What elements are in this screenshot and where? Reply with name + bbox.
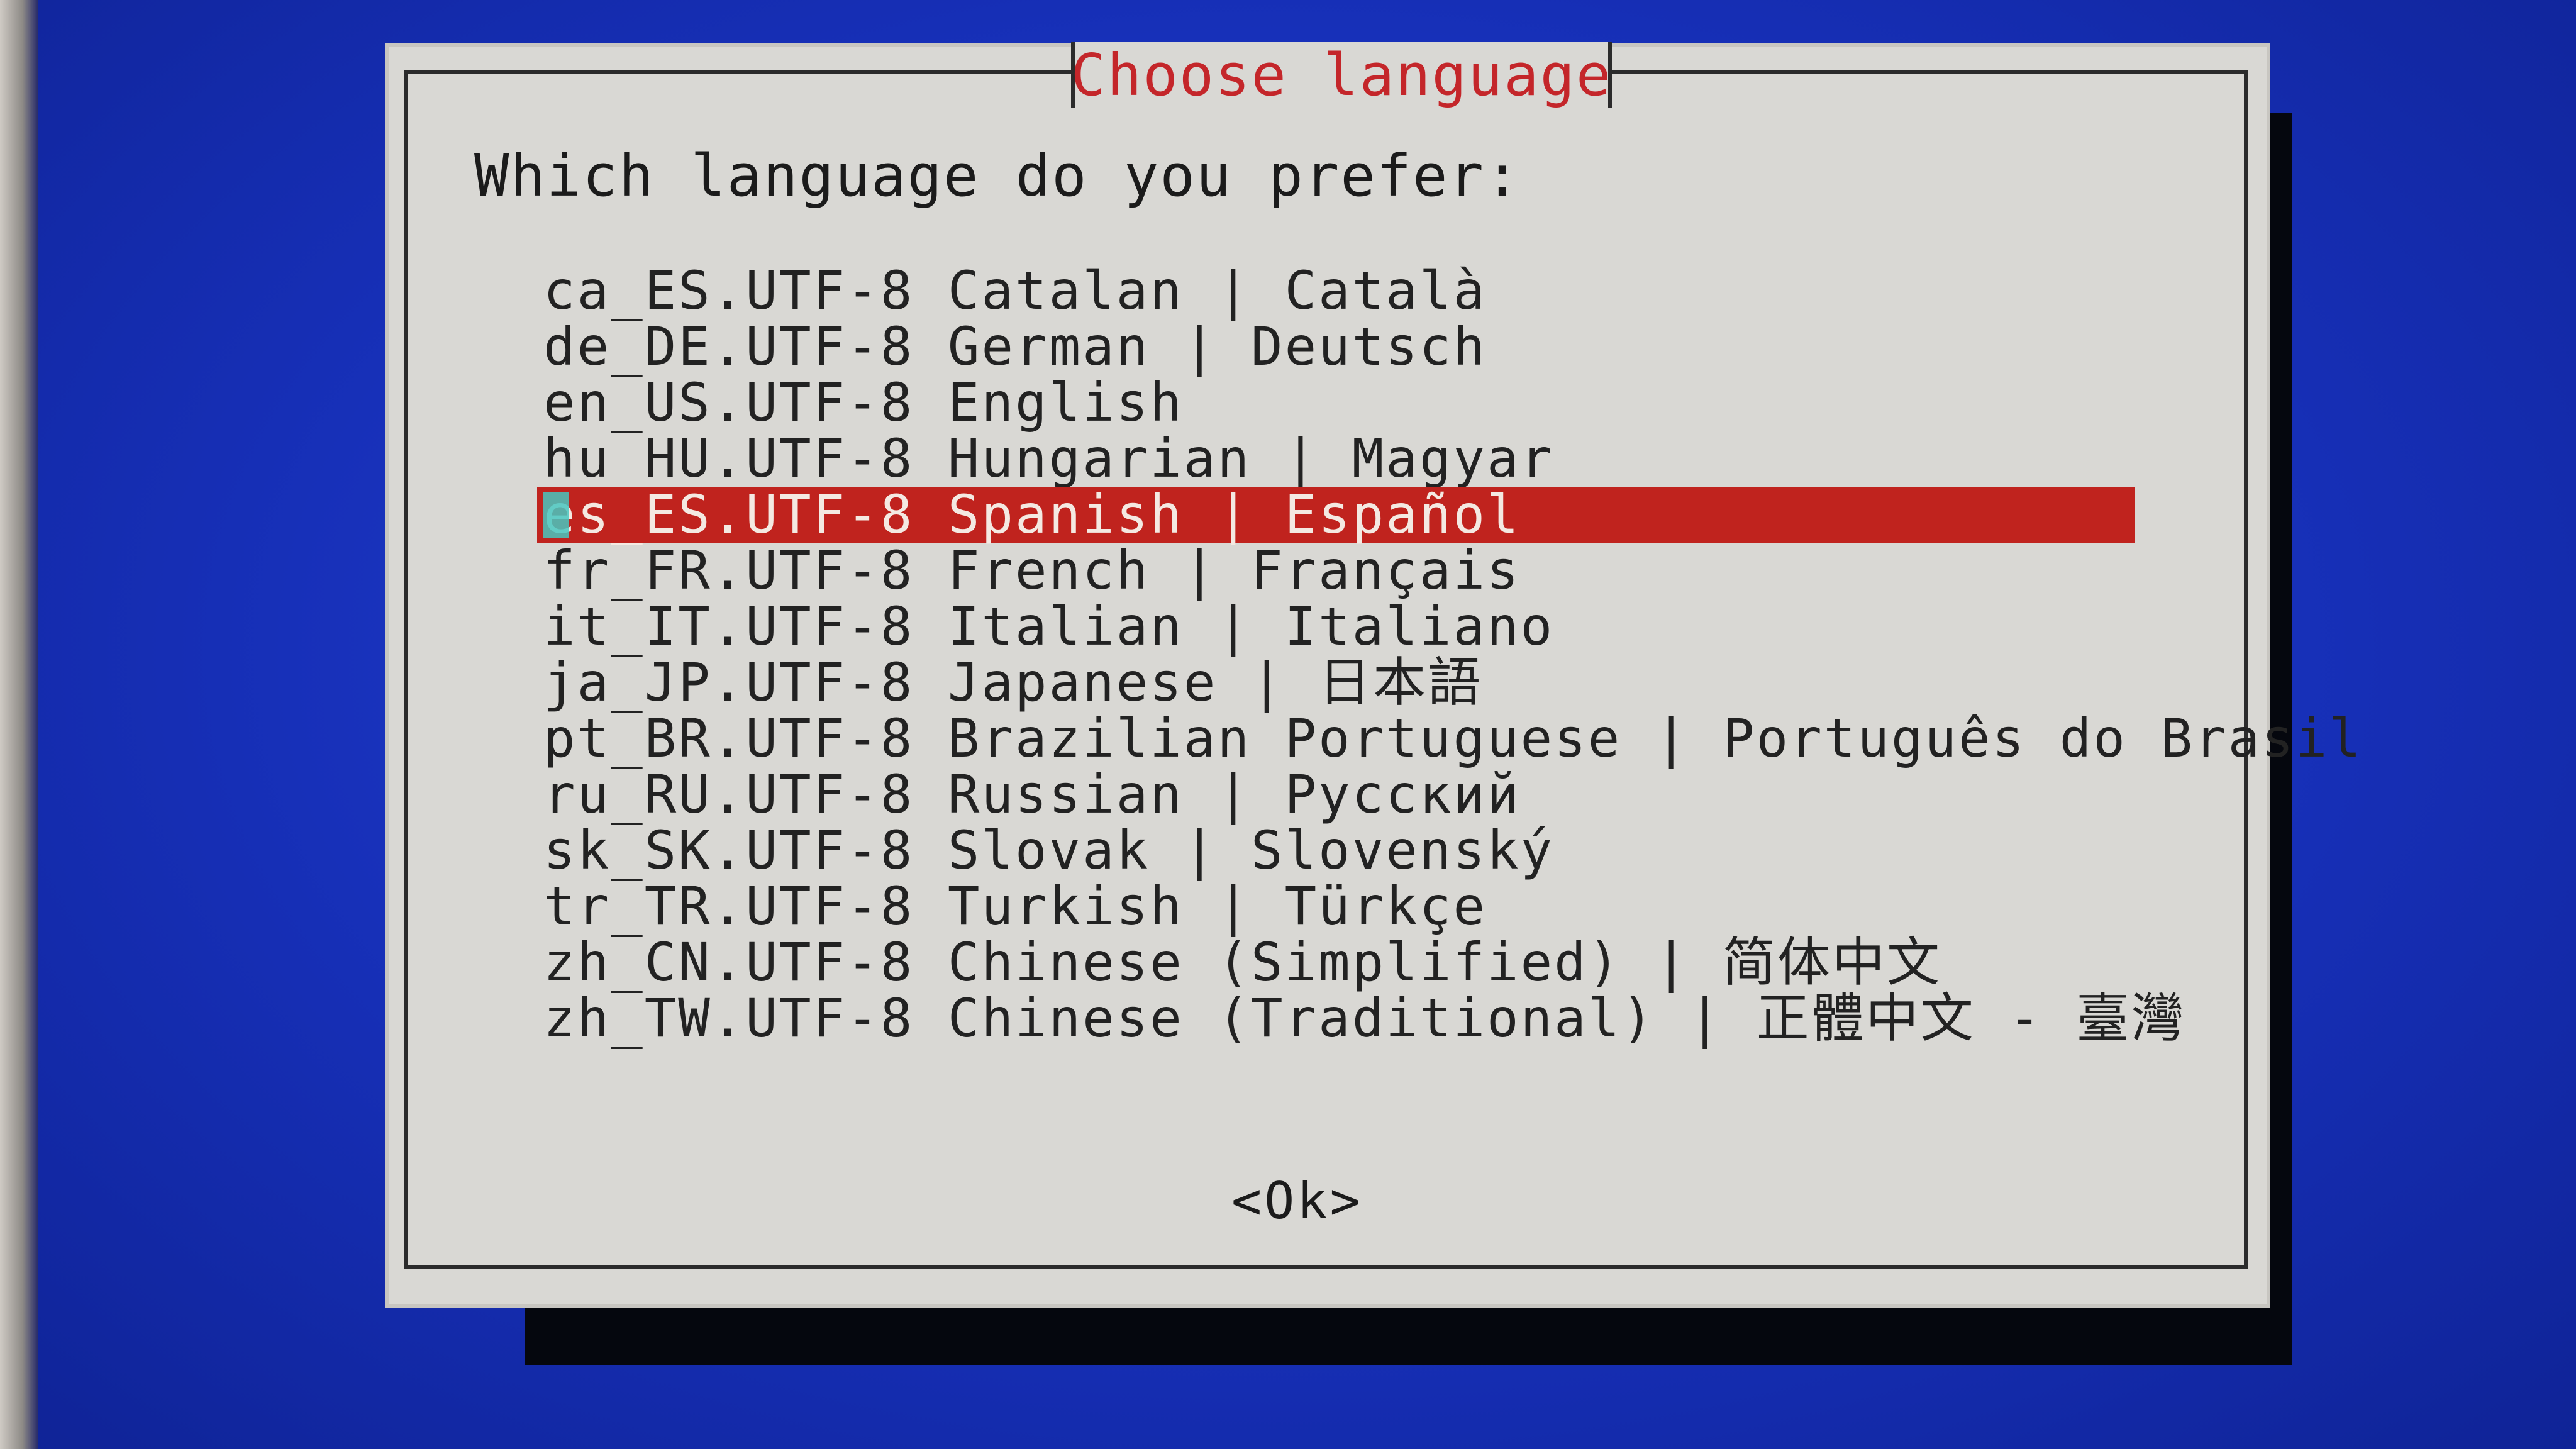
list-item[interactable]: de_DE.UTF-8 German | Deutsch <box>537 319 2135 375</box>
language-label: de_DE.UTF-8 German | Deutsch <box>543 316 1487 377</box>
list-item[interactable]: it_IT.UTF-8 Italian | Italiano <box>537 599 2135 655</box>
language-label: es_ES.UTF-8 Spanish | Español <box>543 484 1521 545</box>
language-label: zh_CN.UTF-8 Chinese (Simplified) | 简体中文 <box>543 931 1942 993</box>
language-dialog: Choose language Which language do you pr… <box>385 42 2361 1308</box>
text-cursor <box>543 492 569 538</box>
ok-button[interactable]: <Ok> <box>1231 1172 1363 1230</box>
language-label: ca_ES.UTF-8 Catalan | Català <box>543 260 1487 321</box>
list-item[interactable]: ca_ES.UTF-8 Catalan | Català <box>537 263 2135 319</box>
dialog-title: Choose language <box>1070 41 1613 109</box>
dialog-frame: Choose language Which language do you pr… <box>404 42 2361 1269</box>
list-item-selected[interactable]: es_ES.UTF-8 Spanish | Español <box>537 487 2135 543</box>
language-label: pt_BR.UTF-8 Brazilian Portuguese | Portu… <box>543 708 2363 769</box>
dialog-title-box: Choose language <box>1070 41 1613 109</box>
language-label: en_US.UTF-8 English <box>543 372 1184 433</box>
language-list[interactable]: ca_ES.UTF-8 Catalan | Català de_DE.UTF-8 … <box>537 263 2361 1046</box>
list-item[interactable]: en_US.UTF-8 English <box>537 375 2135 431</box>
list-item[interactable]: fr_FR.UTF-8 French | Français <box>537 543 2135 599</box>
language-label: ja_JP.UTF-8 Japanese | 日本語 <box>543 652 1483 713</box>
language-label: it_IT.UTF-8 Italian | Italiano <box>543 596 1555 657</box>
language-label: ru_RU.UTF-8 Russian | Русский <box>543 763 1521 825</box>
list-item[interactable]: hu_HU.UTF-8 Hungarian | Magyar <box>537 431 2135 487</box>
language-label: sk_SK.UTF-8 Slovak | Slovenský <box>543 819 1555 881</box>
language-label: fr_FR.UTF-8 French | Français <box>543 540 1521 601</box>
list-item[interactable]: ru_RU.UTF-8 Russian | Русский <box>537 767 2135 823</box>
list-item[interactable]: zh_CN.UTF-8 Chinese (Simplified) | 简体中文 <box>537 935 2135 991</box>
list-item[interactable]: zh_TW.UTF-8 Chinese (Traditional) | 正體中文… <box>537 991 2184 1046</box>
list-item[interactable]: ja_JP.UTF-8 Japanese | 日本語 <box>537 655 2135 711</box>
monitor-bezel <box>0 0 38 1449</box>
language-label: zh_TW.UTF-8 Chinese (Traditional) | 正體中文… <box>543 987 2186 1049</box>
list-item[interactable]: sk_SK.UTF-8 Slovak | Slovenský <box>537 823 2135 879</box>
list-item[interactable]: pt_BR.UTF-8 Brazilian Portuguese | Portu… <box>537 711 2361 767</box>
language-label: hu_HU.UTF-8 Hungarian | Magyar <box>543 428 1555 489</box>
language-label: tr_TR.UTF-8 Turkish | Türkçe <box>543 875 1487 937</box>
dialog-prompt: Which language do you prefer: <box>474 142 1521 209</box>
list-item[interactable]: tr_TR.UTF-8 Turkish | Türkçe <box>537 879 2135 935</box>
